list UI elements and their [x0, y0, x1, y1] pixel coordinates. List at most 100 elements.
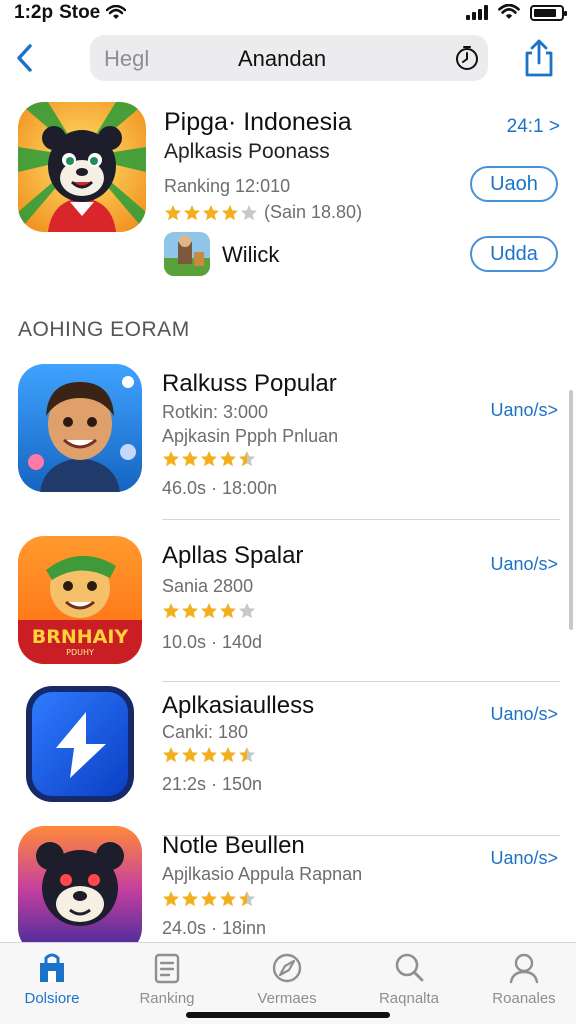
app-meta: 24.0s · 18inn — [162, 918, 267, 938]
tab-label: Vermaes — [257, 990, 317, 1007]
app-icon[interactable] — [26, 686, 134, 802]
star-icon — [182, 747, 198, 763]
app-icon[interactable] — [18, 826, 142, 954]
status-left: 1:2p Stoe — [14, 2, 127, 24]
tab-search[interactable]: Raqnalta — [359, 951, 459, 1017]
star-icon — [163, 603, 179, 619]
app-action-button[interactable]: Uano/s> — [490, 704, 558, 725]
list-item[interactable]: BRNHAIY PDUHY Apllas Spalar Sania 2800 1… — [0, 532, 576, 682]
star-icon — [163, 747, 179, 763]
wifi-icon — [106, 5, 127, 19]
tab-label: Dolsiore — [24, 990, 80, 1007]
list-item[interactable]: Ralkuss Popular Rotkin: 3:000 Apjkasin P… — [0, 360, 576, 520]
status-time: 1:2p — [14, 2, 54, 23]
featured-app-ranking: Ranking 12:010 — [164, 176, 291, 196]
secondary-app-icon[interactable] — [164, 232, 210, 276]
featured-app-price[interactable]: 24:1 > — [507, 116, 560, 138]
rating-count: (Sain 18.80) — [264, 202, 363, 222]
app-rank: Rotkin: 3:000 — [162, 402, 269, 422]
star-icon — [184, 204, 200, 220]
app-meta: 46.0s · 18:00n — [162, 478, 278, 498]
featured-app-title: Pipga· Indonesia — [164, 108, 352, 136]
nav-bar: Hegl Anandan — [0, 30, 576, 90]
app-icon[interactable] — [18, 364, 142, 492]
app-action-button[interactable]: Uano/s> — [490, 400, 558, 421]
search-field[interactable]: Hegl Anandan — [90, 35, 488, 81]
tab-label: Roanales — [492, 990, 556, 1007]
battery-icon — [530, 4, 567, 21]
star-icon — [182, 603, 198, 619]
star-icon — [165, 204, 181, 220]
star-icon — [201, 451, 217, 467]
star-rating — [162, 890, 256, 908]
tab-store[interactable]: Dolsiore — [2, 951, 102, 1017]
star-icon — [163, 891, 179, 907]
search-query: Anandan — [238, 46, 327, 71]
app-icon-title: BRNHAIY — [31, 626, 129, 648]
status-bar: 1:2p Stoe — [0, 0, 576, 26]
featured-app[interactable]: Pipga· Indonesia Aplkasis Poonass Rankin… — [0, 98, 576, 288]
app-subtitle: Apjkasin Ppph Pnluan — [162, 426, 339, 446]
star-icon — [220, 603, 236, 619]
app-action-button[interactable]: Uano/s> — [490, 554, 558, 575]
star-rating — [164, 204, 258, 222]
app-meta: 21:2s · 150n — [162, 774, 263, 794]
star-icon — [222, 204, 238, 220]
featured-app-icon[interactable] — [18, 102, 146, 232]
featured-app-subtitle: Aplkasis Poonass — [164, 140, 330, 163]
tab-label: Raqnalta — [378, 990, 440, 1007]
app-meta: 10.0s · 140d — [162, 632, 263, 652]
star-rating — [162, 450, 256, 468]
app-title: Aplkasiaulless — [162, 692, 315, 719]
clock-icon[interactable] — [454, 45, 480, 71]
star-icon — [220, 451, 236, 467]
search-icon — [395, 953, 424, 982]
star-icon — [220, 891, 236, 907]
get-button[interactable]: Uaoh — [470, 166, 558, 202]
tab-label: Ranking — [139, 990, 195, 1007]
star-icon — [239, 451, 255, 467]
status-carrier: Stoe — [59, 2, 101, 23]
person-icon — [509, 953, 539, 984]
home-indicator[interactable] — [186, 1012, 390, 1018]
star-icon — [182, 451, 198, 467]
star-icon — [201, 891, 217, 907]
chevron-left-icon — [17, 44, 32, 72]
signal-icon — [466, 5, 488, 20]
star-icon — [201, 747, 217, 763]
featured-app-rating: (Sain 18.80) — [164, 202, 362, 223]
star-icon — [220, 747, 236, 763]
status-right — [466, 4, 567, 21]
store-icon — [40, 953, 64, 982]
app-title: Ralkuss Popular — [162, 370, 337, 397]
share-icon[interactable] — [522, 38, 556, 78]
star-icon — [239, 603, 255, 619]
list-item[interactable]: Notle Beullen Apjlkasio Appula Rapnan 24… — [0, 822, 576, 962]
star-icon — [163, 451, 179, 467]
star-icon — [239, 747, 255, 763]
star-icon — [239, 891, 255, 907]
tab-ranking[interactable]: Ranking — [117, 951, 217, 1017]
app-title: Notle Beullen — [162, 832, 305, 859]
back-button[interactable] — [10, 40, 40, 76]
scroll-indicator[interactable] — [569, 390, 573, 630]
star-icon — [182, 891, 198, 907]
section-title: AOHING EORAM — [18, 318, 190, 341]
tab-profile[interactable]: Roanales — [474, 951, 574, 1017]
app-rank: Canki: 180 — [162, 722, 249, 742]
star-rating — [162, 602, 256, 620]
wifi-icon — [498, 4, 520, 19]
app-rank: Apjlkasio Appula Rapnan — [162, 864, 363, 884]
list-item[interactable]: Aplkasiaulless Canki: 180 21:2s · 150n U… — [0, 682, 576, 836]
app-icon-subtitle: PDUHY — [66, 648, 94, 657]
search-placeholder: Hegl — [104, 46, 150, 71]
tab-explore[interactable]: Vermaes — [237, 951, 337, 1017]
app-icon[interactable]: BRNHAIY PDUHY — [18, 536, 142, 664]
secondary-app-label[interactable]: Wilick — [222, 242, 279, 268]
star-rating — [162, 746, 256, 764]
update-button[interactable]: Udda — [470, 236, 558, 272]
row-divider — [162, 519, 560, 520]
app-rank: Sania 2800 — [162, 576, 254, 596]
compass-icon — [272, 953, 302, 983]
app-action-button[interactable]: Uano/s> — [490, 848, 558, 869]
